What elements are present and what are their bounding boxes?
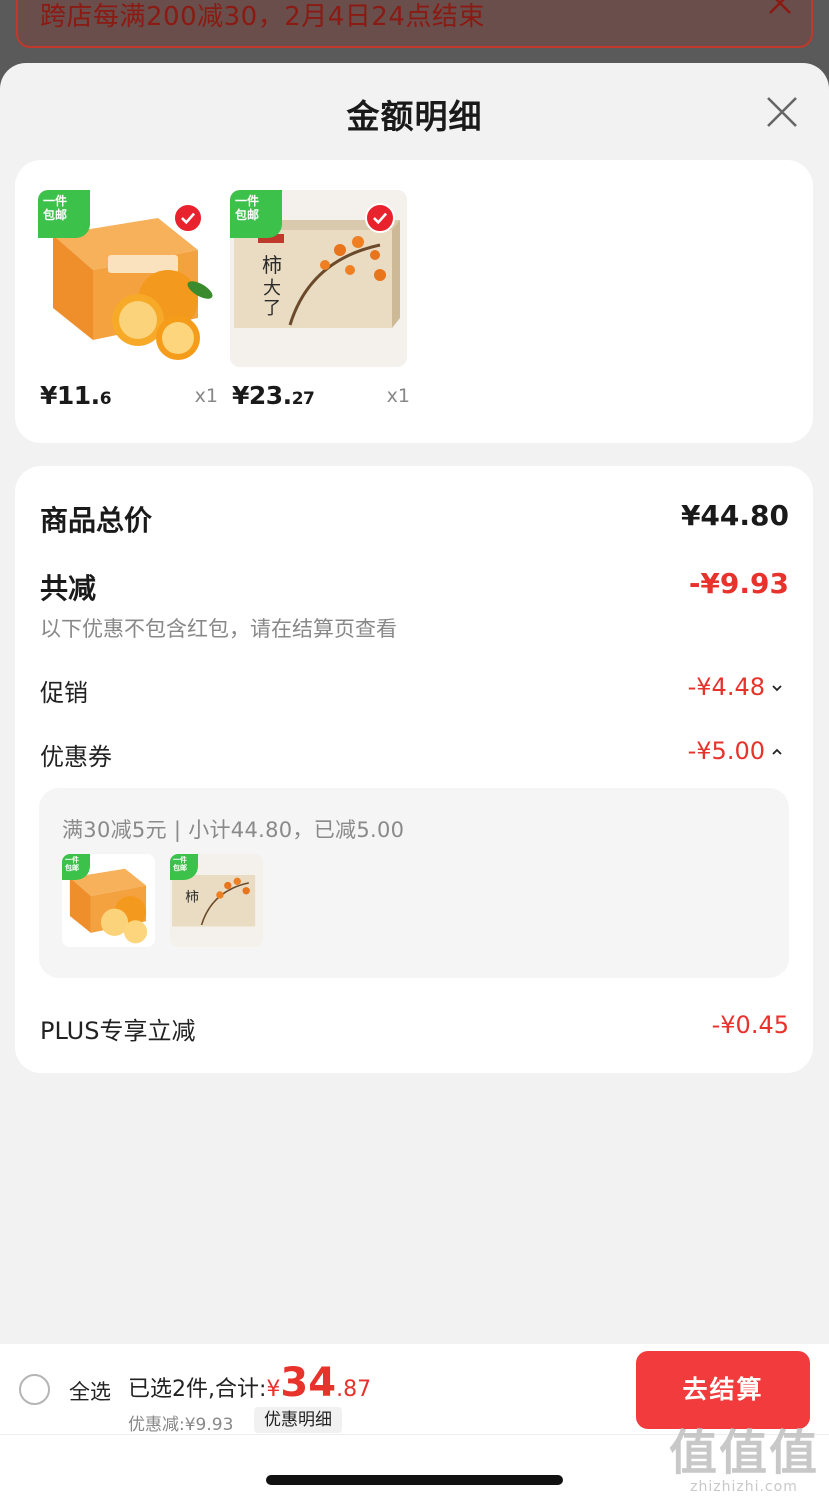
total-price-value: ¥44.80 [680,499,789,532]
promotion-label: 促销 [40,679,88,707]
sheet-title: 金额明细 [346,97,483,136]
coupon-detail-box: 满30减5元 | 小计44.80，已减5.00 一件 包邮 柿 一件 包邮 [39,788,789,978]
promo-banner-text: 跨店每满200减30，2月4日24点结束 [40,2,485,32]
chevron-down-icon [772,685,782,692]
select-all-radio[interactable] [19,1374,50,1405]
select-all-label[interactable]: 全选 [69,1376,111,1406]
svg-text:了: 了 [263,298,281,319]
product-price: ¥11.6 [40,381,112,410]
checked-icon[interactable] [365,203,395,233]
free-shipping-tag: 一件 包邮 [230,190,282,238]
coupon-detail-text: 满30减5元 | 小计44.80，已减5.00 [62,818,405,842]
discount-note: 以下优惠不包含红包，请在结算页查看 [40,617,397,641]
checkout-bar: 全选 已选2件,合计:¥34.87 优惠减:¥9.93 优惠明细 去结算 值值值… [0,1344,829,1501]
checkout-button[interactable]: 去结算 [636,1351,810,1429]
product-item[interactable]: 一件 包邮 ¥11.6 x1 [38,190,218,410]
total-price-label: 商品总价 [40,504,153,537]
home-indicator [266,1475,563,1485]
product-image[interactable]: 一件 包邮 [38,190,215,367]
total-currency: ¥ [266,1377,281,1402]
total-reduction-value: -¥9.93 [688,567,789,600]
product-item[interactable]: 柿 大 了 一件 包邮 ¥23.27 x1 [230,190,410,410]
total-reduction-label: 共减 [40,572,97,605]
promotion-row-toggle[interactable]: -¥4.48 [688,673,783,701]
total-integer: 34 [280,1360,337,1406]
price-summary-card: 商品总价 ¥44.80 共减 -¥9.93 以下优惠不包含红包，请在结算页查看 … [15,466,813,1073]
product-quantity: x1 [194,385,218,407]
plus-discount-label: PLUS专享立减 [40,1017,196,1045]
discount-detail-button[interactable]: 优惠明细 [254,1407,342,1433]
svg-text:大: 大 [263,278,281,299]
banner-close-icon[interactable] [767,0,793,16]
plus-discount-value: -¥0.45 [711,1011,789,1039]
product-quantity: x1 [386,385,410,407]
watermark-logo: 值值值 [668,1425,819,1481]
coupon-row-toggle[interactable]: -¥5.00 [688,737,783,765]
product-price: ¥23.27 [232,381,315,410]
coupon-product-thumb: 一件 包邮 [62,854,155,947]
coupon-product-thumb: 柿 一件 包邮 [170,854,263,947]
product-list-card: 一件 包邮 ¥11.6 x1 柿 大 了 一件 包邮 ¥23.27 x1 [15,160,813,443]
total-decimal: .87 [336,1377,372,1402]
promo-banner: 跨店每满200减30，2月4日24点结束 [16,0,813,48]
promotion-value: -¥4.48 [687,673,765,701]
selected-count-text: 已选2件,合计: [128,1377,267,1402]
checked-icon[interactable] [173,203,203,233]
product-image[interactable]: 柿 大 了 一件 包邮 [230,190,407,367]
free-shipping-tag: 一件 包邮 [38,190,90,238]
coupon-label: 优惠券 [40,743,112,771]
watermark-url: zhizhizhi.com [690,1479,798,1495]
chevron-up-icon [772,748,782,755]
svg-text:柿: 柿 [262,253,282,277]
close-icon[interactable] [765,95,799,129]
amount-detail-sheet: 金额明细 一件 包邮 ¥11.6 x1 柿 大 了 一件 包邮 ¥23.27 x… [0,63,829,1501]
coupon-value: -¥5.00 [687,737,765,765]
selected-total: 已选2件,合计:¥34.87 [128,1360,371,1406]
site-watermark: 值值值 zhizhizhi.com [669,1427,819,1495]
discount-summary: 优惠减:¥9.93 [128,1415,234,1435]
svg-text:柿: 柿 [185,888,199,905]
